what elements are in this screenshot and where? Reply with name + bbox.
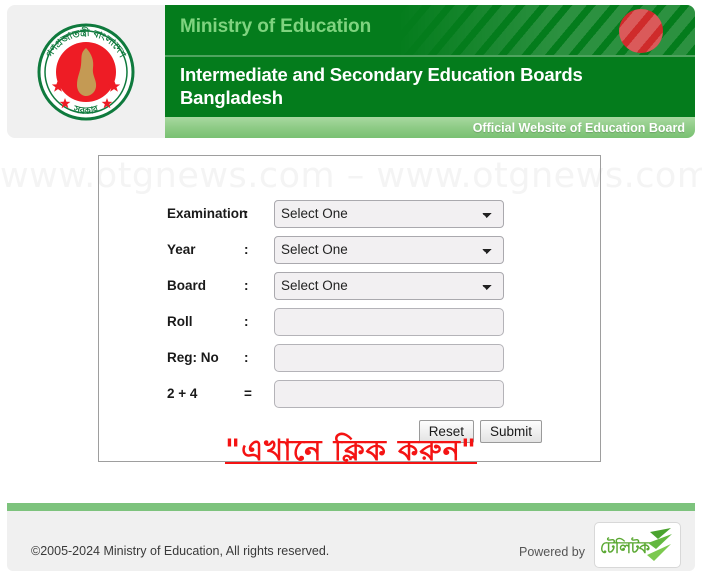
form-row-board: Board : Select One bbox=[99, 268, 602, 303]
captcha-separator: = bbox=[244, 386, 252, 401]
year-select[interactable]: Select One bbox=[274, 235, 504, 264]
ministry-title: Ministry of Education bbox=[180, 16, 372, 37]
header-banner: Ministry of Education Intermediate and S… bbox=[165, 5, 695, 138]
board-select[interactable]: Select One bbox=[274, 271, 504, 300]
click-here-callout: "এখানে ক্লিক করুন" bbox=[0, 428, 702, 477]
year-separator: : bbox=[244, 242, 249, 257]
form-row-examination: Examination : Select One bbox=[99, 196, 602, 231]
board-label: Board bbox=[167, 278, 207, 293]
form-row-registration: Reg: No : bbox=[99, 340, 602, 375]
examination-separator: : bbox=[244, 206, 249, 221]
teletalk-logo-icon[interactable]: টেলিটক bbox=[594, 522, 681, 568]
year-label: Year bbox=[167, 242, 196, 257]
ministry-band: Ministry of Education bbox=[165, 5, 695, 55]
roll-separator: : bbox=[244, 314, 249, 329]
site-header: গণপ্রজাতন্ত্রী বাংলাদেশ সরকার Ministry o… bbox=[0, 0, 702, 142]
captcha-input[interactable] bbox=[274, 379, 504, 408]
board-separator: : bbox=[244, 278, 249, 293]
form-row-roll: Roll : bbox=[99, 304, 602, 339]
footer-accent-bar bbox=[7, 503, 695, 511]
examination-select[interactable]: Select One bbox=[274, 199, 504, 228]
bangladesh-flag-circle-icon bbox=[619, 9, 663, 53]
registration-separator: : bbox=[244, 350, 249, 365]
form-row-captcha: 2 + 4 = bbox=[99, 376, 602, 411]
bangladesh-government-emblem-icon: গণপ্রজাতন্ত্রী বাংলাদেশ সরকার bbox=[34, 20, 138, 124]
registration-label: Reg: No bbox=[167, 350, 219, 365]
registration-input[interactable] bbox=[274, 343, 504, 372]
examination-label: Examination bbox=[167, 206, 248, 221]
roll-label: Roll bbox=[167, 314, 193, 329]
powered-by-label: Powered by bbox=[518, 545, 585, 559]
copyright-text: ©2005-2024 Ministry of Education, All ri… bbox=[31, 544, 330, 558]
official-website-strip: Official Website of Education Board bbox=[165, 117, 695, 138]
captcha-question-label: 2 + 4 bbox=[167, 386, 198, 401]
page-title: Intermediate and Secondary Education Boa… bbox=[180, 64, 583, 108]
result-search-form: Examination : Select One Year : Select O… bbox=[98, 155, 601, 462]
form-fields: Examination : Select One Year : Select O… bbox=[99, 196, 602, 443]
emblem-panel: গণপ্রজাতন্ত্রী বাংলাদেশ সরকার bbox=[7, 5, 165, 138]
board-title-band: Intermediate and Secondary Education Boa… bbox=[165, 57, 695, 117]
teletalk-leaf-mark-icon bbox=[638, 525, 678, 567]
official-website-label: Official Website of Education Board bbox=[472, 120, 685, 135]
site-footer: ©2005-2024 Ministry of Education, All ri… bbox=[7, 511, 695, 571]
form-row-year: Year : Select One bbox=[99, 232, 602, 267]
click-here-text[interactable]: "এখানে ক্লিক করুন" bbox=[225, 433, 477, 467]
roll-input[interactable] bbox=[274, 307, 504, 336]
